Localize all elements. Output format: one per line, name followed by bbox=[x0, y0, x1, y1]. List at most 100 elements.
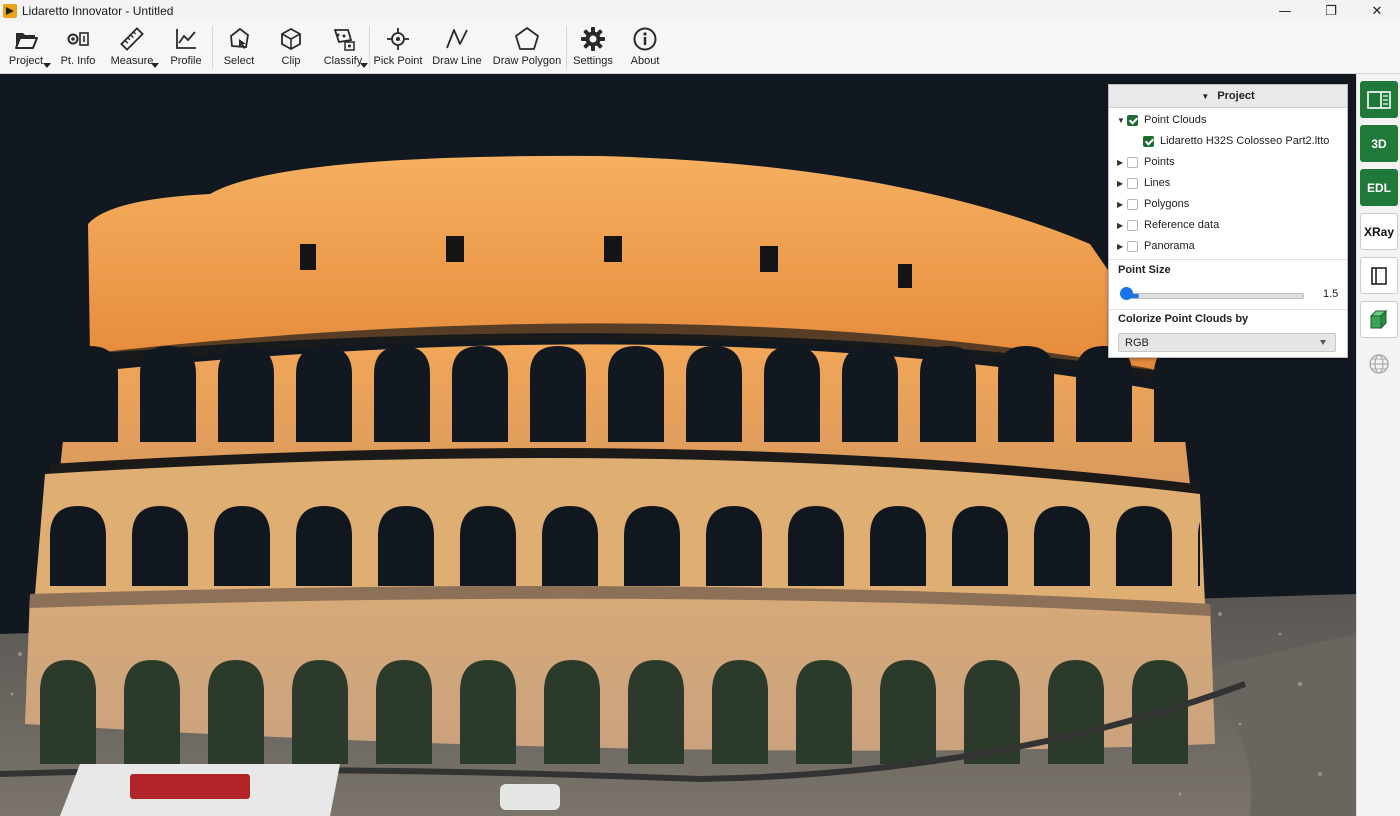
project-label: Project bbox=[8, 55, 44, 67]
edl-button[interactable]: EDL bbox=[1360, 169, 1398, 206]
tree-item-cloud-file[interactable]: Lidaretto H32S Colosseo Part2.ltto bbox=[1143, 131, 1329, 151]
collapsed-arrow-icon[interactable]: ▶ bbox=[1117, 221, 1127, 230]
tree-item-panorama[interactable]: ▶ Panorama bbox=[1117, 236, 1195, 256]
globe-button[interactable] bbox=[1360, 345, 1398, 382]
points-checkbox[interactable] bbox=[1127, 156, 1138, 168]
settings-label: Settings bbox=[573, 55, 613, 67]
point-size-label: Point Size bbox=[1118, 264, 1171, 276]
tree-item-polygons[interactable]: ▶ Polygons bbox=[1117, 194, 1189, 214]
line-chart-icon bbox=[176, 29, 196, 49]
polyline-icon bbox=[446, 29, 468, 49]
reference-data-label: Reference data bbox=[1144, 219, 1220, 231]
panel-divider bbox=[1109, 309, 1347, 310]
ruler-icon bbox=[120, 27, 144, 51]
project-panel-header[interactable]: ▼ Project bbox=[1109, 85, 1347, 108]
close-button[interactable]: ✕ bbox=[1354, 0, 1400, 22]
side-view-button[interactable] bbox=[1360, 257, 1398, 294]
toggle-panel-button[interactable] bbox=[1360, 81, 1398, 118]
pentagon-icon bbox=[515, 27, 539, 50]
collapsed-arrow-icon[interactable]: ▶ bbox=[1117, 200, 1127, 209]
window-controls: — ❐ ✕ bbox=[1262, 0, 1400, 22]
collapsed-arrow-icon[interactable]: ▶ bbox=[1117, 158, 1127, 167]
clip-button[interactable]: Clip bbox=[265, 22, 317, 73]
clip-label: Clip bbox=[281, 55, 301, 67]
panel-divider bbox=[1109, 259, 1347, 260]
profile-label: Profile bbox=[170, 55, 202, 67]
folder-open-icon bbox=[15, 33, 38, 49]
measure-button[interactable]: Measure bbox=[104, 22, 160, 73]
polygons-label: Polygons bbox=[1144, 198, 1190, 210]
point-size-value: 1.5 bbox=[1323, 288, 1339, 300]
measure-label: Measure bbox=[110, 55, 154, 67]
point-info-icon bbox=[67, 32, 89, 46]
lines-label: Lines bbox=[1144, 177, 1171, 189]
window-title: Lidaretto Innovator - Untitled bbox=[22, 4, 174, 18]
pick-point-label: Pick Point bbox=[373, 55, 423, 67]
draw-line-label: Draw Line bbox=[432, 55, 482, 67]
3d-view-button[interactable]: 3D bbox=[1360, 125, 1398, 162]
title-bar: Lidaretto Innovator - Untitled — ❐ ✕ bbox=[0, 0, 1400, 22]
select-button[interactable]: Select bbox=[213, 22, 265, 73]
draw-line-button[interactable]: Draw Line bbox=[426, 22, 488, 73]
side-view-icon bbox=[1371, 266, 1387, 285]
classify-icon bbox=[333, 29, 355, 51]
app-logo-icon bbox=[3, 4, 17, 18]
tree-item-lines[interactable]: ▶ Lines bbox=[1117, 173, 1170, 193]
collapsed-arrow-icon[interactable]: ▶ bbox=[1117, 179, 1127, 188]
project-button[interactable]: Project bbox=[0, 22, 52, 73]
cloud-file-label: Lidaretto H32S Colosseo Part2.ltto bbox=[1160, 135, 1330, 147]
cloud-file-checkbox[interactable] bbox=[1143, 135, 1154, 147]
maximize-button[interactable]: ❐ bbox=[1308, 0, 1354, 22]
colorize-select-value: RGB bbox=[1125, 336, 1149, 349]
select-label: Select bbox=[223, 55, 255, 67]
points-label: Points bbox=[1144, 156, 1175, 168]
xray-button[interactable]: XRay bbox=[1360, 213, 1398, 250]
cube-view-button[interactable] bbox=[1360, 301, 1398, 338]
chevron-down-icon bbox=[43, 63, 51, 68]
point-size-slider-thumb[interactable] bbox=[1120, 287, 1133, 300]
collapsed-arrow-icon[interactable]: ▶ bbox=[1117, 242, 1127, 251]
project-panel-title: Project bbox=[1217, 90, 1255, 102]
tree-item-points[interactable]: ▶ Points bbox=[1117, 152, 1175, 172]
pick-point-button[interactable]: Pick Point bbox=[370, 22, 426, 73]
draw-polygon-button[interactable]: Draw Polygon bbox=[488, 22, 566, 73]
settings-button[interactable]: Settings bbox=[567, 22, 619, 73]
polygons-checkbox[interactable] bbox=[1127, 198, 1138, 210]
collapse-triangle-icon: ▼ bbox=[1201, 91, 1210, 101]
chevron-down-icon bbox=[1320, 340, 1326, 345]
panorama-checkbox[interactable] bbox=[1127, 240, 1138, 252]
crosshair-icon bbox=[387, 28, 409, 50]
expanded-arrow-icon[interactable]: ▼ bbox=[1117, 116, 1127, 125]
panorama-label: Panorama bbox=[1144, 240, 1195, 252]
select-polygon-icon bbox=[230, 27, 249, 49]
colorize-select[interactable]: RGB bbox=[1118, 333, 1336, 352]
point-size-slider-track[interactable] bbox=[1124, 293, 1304, 299]
classify-button[interactable]: Classify bbox=[317, 22, 369, 73]
chevron-down-icon bbox=[360, 63, 368, 68]
clip-box-icon bbox=[281, 27, 301, 51]
main-toolbar: Project Pt. Info Measure Profile Select … bbox=[0, 22, 1400, 74]
reference-data-checkbox[interactable] bbox=[1127, 219, 1138, 231]
about-label: About bbox=[630, 55, 660, 67]
pt-info-button[interactable]: Pt. Info bbox=[52, 22, 104, 73]
minimize-button[interactable]: — bbox=[1262, 0, 1308, 22]
colorize-label: Colorize Point Clouds by bbox=[1118, 313, 1249, 325]
green-cube-icon bbox=[1369, 309, 1388, 329]
info-icon bbox=[633, 27, 657, 51]
classify-label: Classify bbox=[323, 55, 363, 67]
right-sidebar: 3D EDL XRay bbox=[1356, 74, 1400, 816]
tree-item-reference-data[interactable]: ▶ Reference data bbox=[1117, 215, 1219, 235]
point-clouds-checkbox[interactable] bbox=[1127, 114, 1138, 126]
about-button[interactable]: About bbox=[619, 22, 671, 73]
globe-icon bbox=[1369, 353, 1389, 374]
pt-info-label: Pt. Info bbox=[60, 55, 96, 67]
gear-icon bbox=[581, 27, 605, 51]
point-clouds-label: Point Clouds bbox=[1144, 114, 1207, 126]
draw-polygon-label: Draw Polygon bbox=[492, 55, 562, 67]
chevron-down-icon bbox=[151, 63, 159, 68]
project-panel: ▼ Project ▼ Point Clouds Lidaretto H32S … bbox=[1108, 84, 1348, 358]
profile-button[interactable]: Profile bbox=[160, 22, 212, 73]
tree-item-point-clouds[interactable]: ▼ Point Clouds bbox=[1117, 110, 1206, 130]
lines-checkbox[interactable] bbox=[1127, 177, 1138, 189]
sidebar-panel-icon bbox=[1367, 90, 1391, 109]
